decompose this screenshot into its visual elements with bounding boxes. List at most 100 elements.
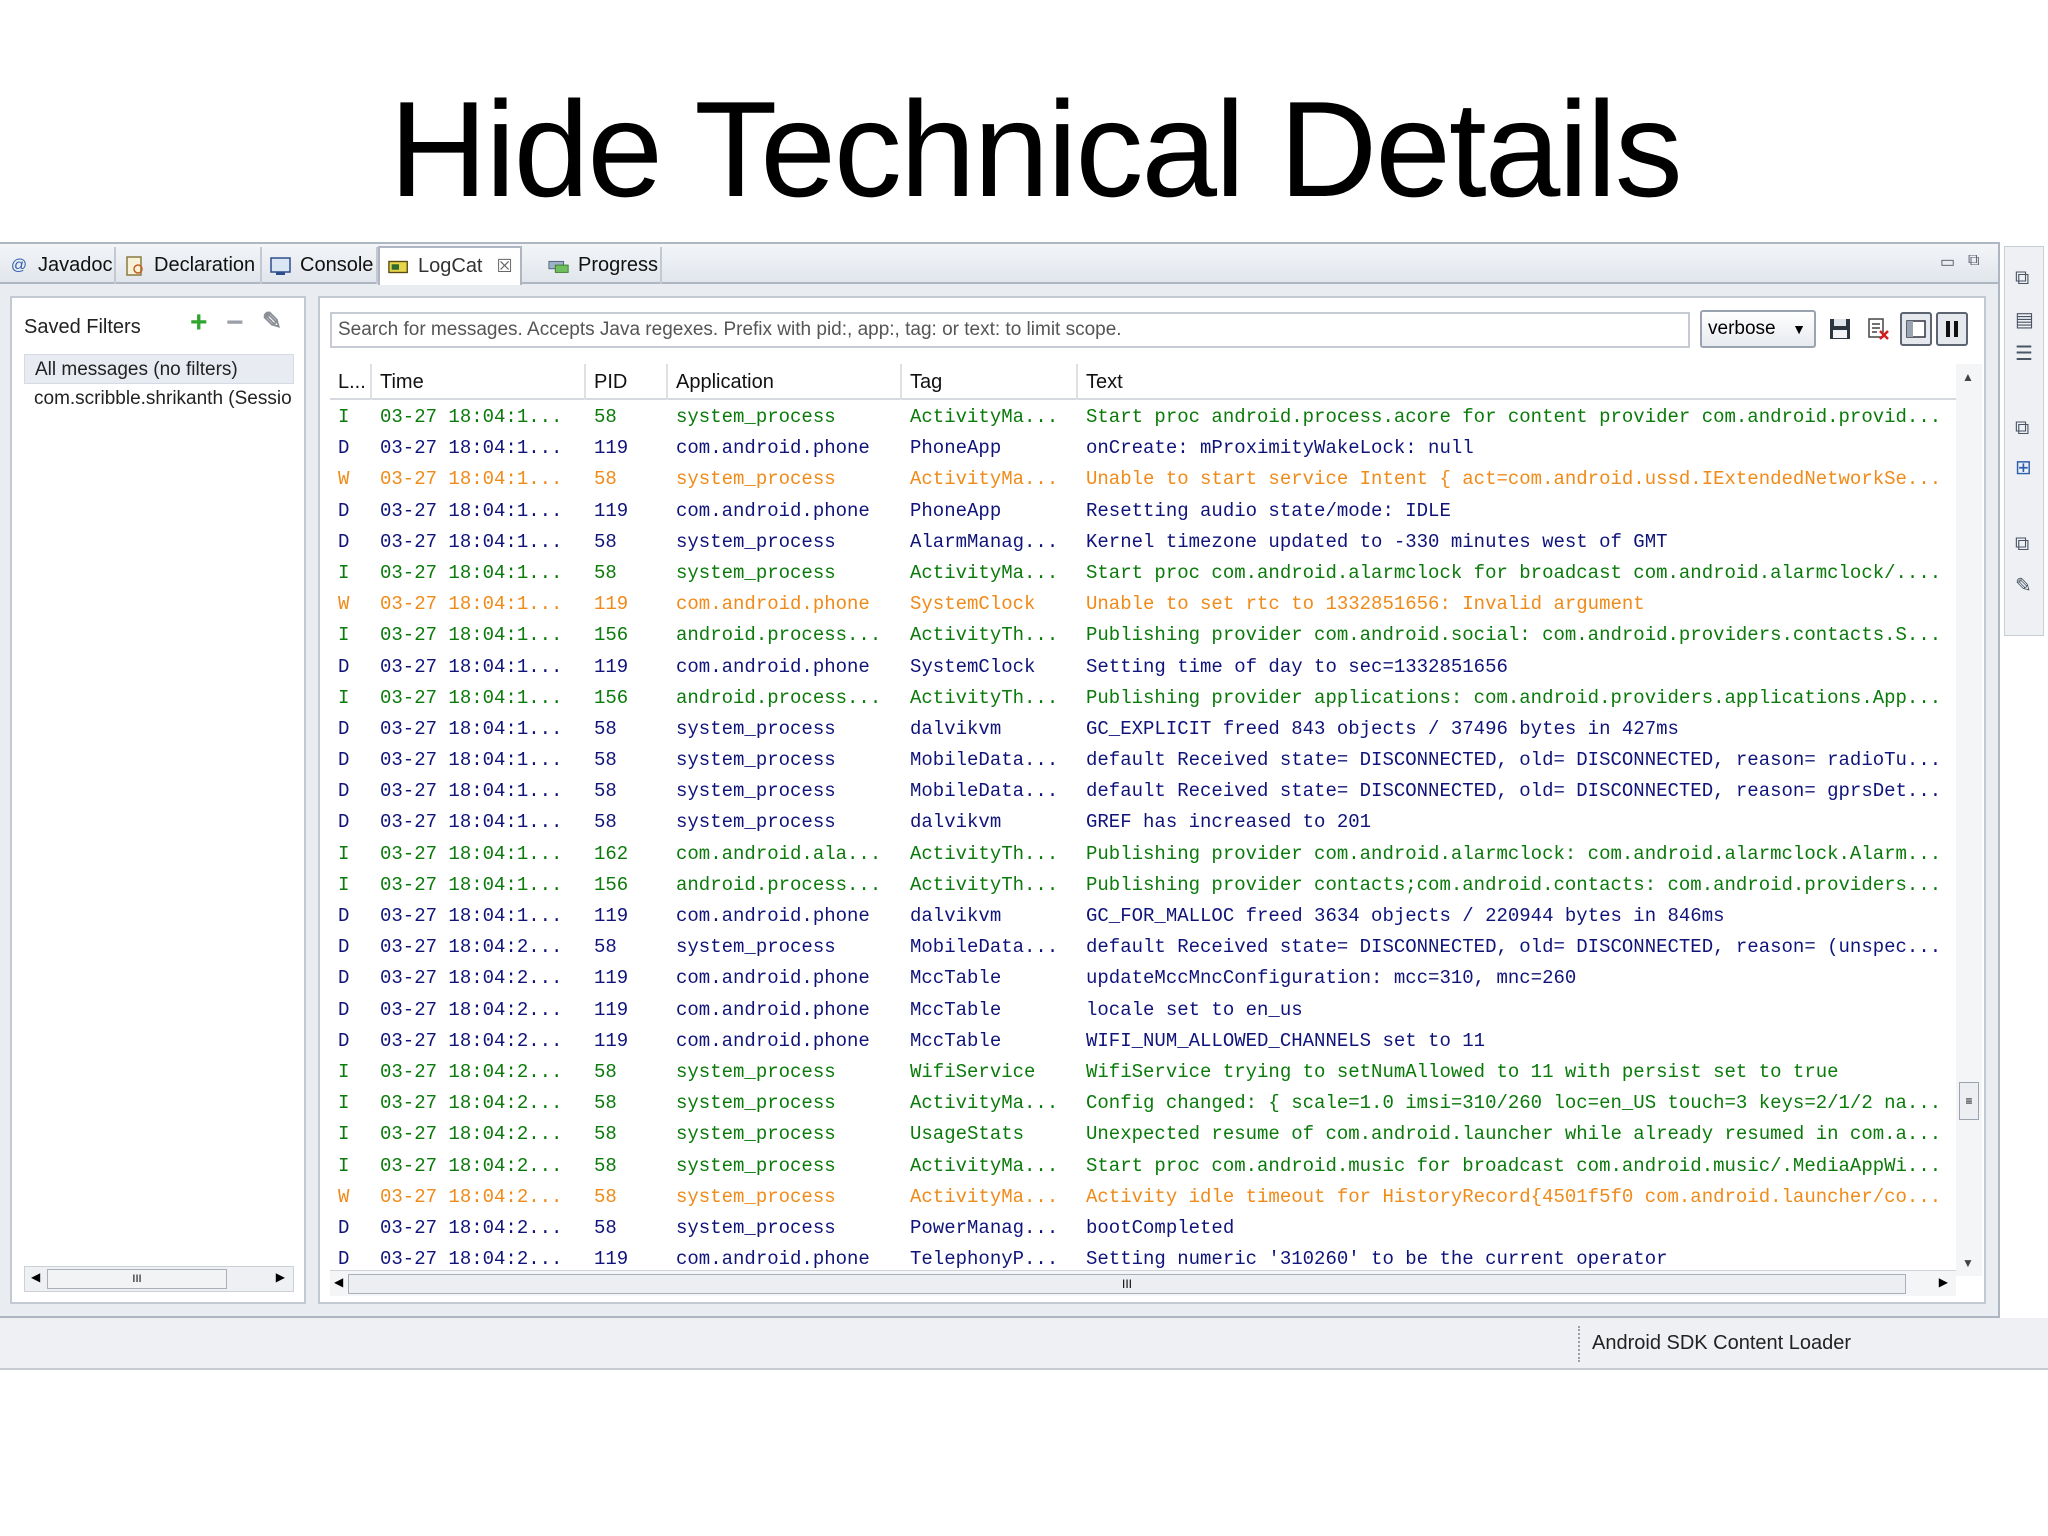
row-level: I	[338, 1060, 350, 1083]
table-row[interactable]: I 03-27 18:04:2... 58 system_process Activit…	[330, 1088, 1958, 1119]
row-pid: 58	[594, 406, 617, 428]
add-filter-icon[interactable]: +	[190, 308, 208, 338]
table-row[interactable]: D 03-27 18:04:1... 119 com.android.phone Sys…	[330, 652, 1958, 683]
table-row[interactable]: D 03-27 18:04:2... 58 system_process MobileD…	[330, 932, 1958, 963]
row-application: system_process	[676, 468, 836, 491]
scroll-down-icon[interactable]: ▼	[1962, 1256, 1974, 1270]
column-tag[interactable]: Tag	[902, 364, 1078, 400]
edit-filter-icon[interactable]: ✎	[262, 310, 282, 334]
tab-label: LogCat	[418, 255, 483, 277]
minimize-icon[interactable]: ▭	[1940, 252, 1955, 272]
row-pid: 119	[594, 1029, 629, 1052]
search-input[interactable]	[330, 312, 1690, 348]
log-table-header: L... Time PID Application Tag Text	[330, 364, 1958, 400]
scrollbar-thumb[interactable]: III	[47, 1269, 227, 1289]
row-pid: 119	[594, 655, 629, 678]
row-pid: 58	[594, 749, 617, 772]
task-list-icon[interactable]: ☰	[2015, 341, 2033, 366]
table-row[interactable]: I 03-27 18:04:2... 58 system_process WifiSer…	[330, 1057, 1958, 1088]
column-pid[interactable]: PID	[586, 364, 668, 400]
hierarchy-view-icon[interactable]: ⊞	[2015, 455, 2032, 480]
column-time[interactable]: Time	[372, 364, 586, 400]
row-level: D	[338, 811, 350, 834]
table-row[interactable]: D 03-27 18:04:1... 119 com.android.phone Pho…	[330, 496, 1958, 527]
remove-filter-icon[interactable]: −	[226, 308, 244, 338]
table-row[interactable]: D 03-27 18:04:1... 58 system_process dalvikv…	[330, 807, 1958, 838]
table-row[interactable]: D 03-27 18:04:1... 58 system_process dalvikv…	[330, 714, 1958, 745]
save-icon[interactable]	[1824, 312, 1856, 346]
row-time: 03-27 18:04:1...	[380, 468, 563, 491]
table-row[interactable]: D 03-27 18:04:1... 119 com.android.phone dal…	[330, 901, 1958, 932]
table-row[interactable]: W 03-27 18:04:1... 58 system_process Activit…	[330, 464, 1958, 495]
row-level: W	[338, 468, 350, 491]
clear-log-icon[interactable]	[1862, 312, 1894, 346]
vertical-scrollbar[interactable]: ▲ ≡ ▼	[1956, 364, 1982, 1276]
row-application: system_process	[676, 811, 836, 834]
table-row[interactable]: I 03-27 18:04:2... 58 system_process Activit…	[330, 1151, 1958, 1182]
scroll-right-icon[interactable]: ▶	[1939, 1275, 1948, 1289]
row-application: system_process	[676, 561, 836, 584]
row-text: default Received state= DISCONNECTED, ol…	[1086, 936, 1942, 959]
table-row[interactable]: D 03-27 18:04:1... 119 com.android.phone Pho…	[330, 433, 1958, 464]
scroll-left-icon[interactable]: ◀	[334, 1275, 343, 1289]
table-row[interactable]: I 03-27 18:04:1... 156 android.process... Ac…	[330, 620, 1958, 651]
table-row[interactable]: D 03-27 18:04:2... 119 com.android.phone Mcc…	[330, 963, 1958, 994]
logcat-icon	[388, 256, 410, 278]
table-row[interactable]: W 03-27 18:04:2... 58 system_process Activit…	[330, 1182, 1958, 1213]
outline-view-icon[interactable]: ▤	[2015, 307, 2034, 332]
row-application: android.process...	[676, 686, 882, 709]
pause-icon[interactable]	[1936, 312, 1968, 346]
notes-icon[interactable]: ✎	[2015, 573, 2032, 598]
tab-logcat[interactable]: LogCat ☒	[378, 246, 522, 285]
table-row[interactable]: D 03-27 18:04:2... 58 system_process PowerMa…	[330, 1213, 1958, 1244]
row-level: D	[338, 530, 350, 553]
row-time: 03-27 18:04:1...	[380, 717, 563, 740]
filters-horizontal-scrollbar[interactable]: ◀ III ▶	[24, 1266, 294, 1292]
scroll-up-icon[interactable]: ▲	[1962, 370, 1974, 384]
restore-icon[interactable]: ⧉	[2015, 533, 2029, 556]
horizontal-scrollbar[interactable]: ◀ III ▶	[330, 1270, 1956, 1296]
filter-item-session[interactable]: com.scribble.shrikanth (Sessio	[24, 384, 294, 414]
row-time: 03-27 18:04:2...	[380, 1123, 563, 1146]
table-row[interactable]: I 03-27 18:04:1... 156 android.process... Ac…	[330, 683, 1958, 714]
scrollbar-thumb[interactable]: ≡	[1959, 1082, 1979, 1120]
row-level: W	[338, 1185, 350, 1208]
table-row[interactable]: I 03-27 18:04:1... 162 com.android.ala... Ac…	[330, 839, 1958, 870]
table-row[interactable]: D 03-27 18:04:2... 119 com.android.phone Mcc…	[330, 995, 1958, 1026]
row-pid: 58	[594, 561, 617, 584]
table-row[interactable]: I 03-27 18:04:2... 58 system_process UsageSt…	[330, 1119, 1958, 1150]
table-row[interactable]: I 03-27 18:04:1... 58 system_process Activit…	[330, 558, 1958, 589]
maximize-icon[interactable]: ⧉	[1968, 252, 1979, 270]
table-row[interactable]: D 03-27 18:04:1... 58 system_process AlarmMa…	[330, 527, 1958, 558]
row-application: system_process	[676, 406, 836, 428]
tab-console[interactable]: Console	[262, 247, 378, 284]
filter-item-all-messages[interactable]: All messages (no filters)	[24, 354, 294, 384]
restore-icon[interactable]: ⧉	[2015, 267, 2029, 290]
table-row[interactable]: D 03-27 18:04:1... 58 system_process MobileD…	[330, 776, 1958, 807]
row-application: android.process...	[676, 873, 882, 896]
tab-javadoc[interactable]: @ Javadoc	[0, 247, 116, 284]
table-row[interactable]: I 03-27 18:04:1... 156 android.process... Ac…	[330, 870, 1958, 901]
table-row[interactable]: I 03-27 18:04:1... 58 system_process Activit…	[330, 402, 1958, 433]
scroll-left-icon[interactable]: ◀	[31, 1270, 40, 1284]
row-level: D	[338, 967, 350, 990]
toggle-panel-icon[interactable]	[1900, 312, 1932, 346]
row-level: D	[338, 998, 350, 1021]
tab-declaration[interactable]: Declaration	[116, 247, 262, 284]
tab-progress[interactable]: Progress	[540, 247, 662, 284]
restore-icon[interactable]: ⧉	[2015, 417, 2029, 440]
column-level[interactable]: L...	[330, 364, 372, 400]
at-icon: @	[10, 256, 28, 274]
row-pid: 162	[594, 842, 629, 865]
table-row[interactable]: W 03-27 18:04:1... 119 com.android.phone Sys…	[330, 589, 1958, 620]
column-text[interactable]: Text	[1078, 364, 1958, 400]
table-row[interactable]: D 03-27 18:04:1... 58 system_process MobileD…	[330, 745, 1958, 776]
row-time: 03-27 18:04:1...	[380, 561, 563, 584]
close-icon[interactable]: ☒	[497, 256, 513, 277]
scroll-right-icon[interactable]: ▶	[276, 1270, 285, 1284]
row-tag: ActivityMa...	[910, 1154, 1059, 1177]
table-row[interactable]: D 03-27 18:04:2... 119 com.android.phone Mcc…	[330, 1026, 1958, 1057]
log-level-select[interactable]: verbose ▼	[1700, 310, 1816, 348]
column-application[interactable]: Application	[668, 364, 902, 400]
scrollbar-thumb[interactable]: III	[348, 1274, 1906, 1294]
